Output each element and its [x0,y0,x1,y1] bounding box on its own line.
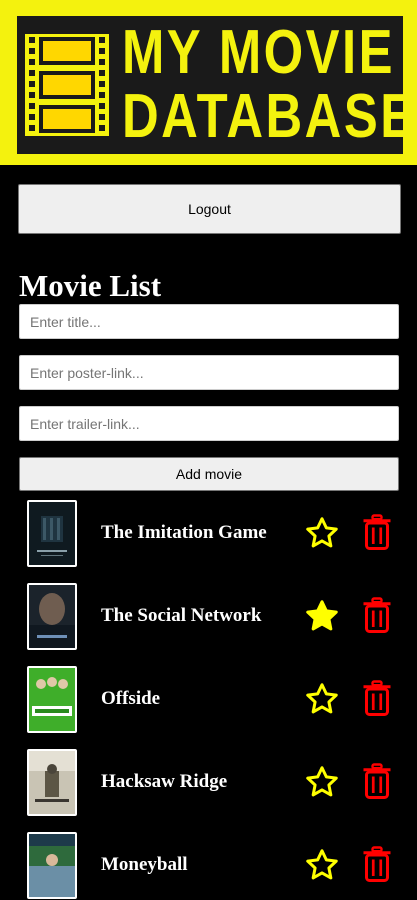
poster-offside-icon [29,668,75,731]
star-outline-icon[interactable] [303,515,341,551]
movie-list-heading: Movie List [19,268,162,303]
movie-row: Hacksaw Ridge [0,747,417,817]
app-logo: MY MOVIE DATABASE [17,16,414,154]
movie-row: Moneyball [0,830,417,900]
star-outline-icon[interactable] [303,764,341,800]
star-outline-icon[interactable] [303,847,341,883]
movie-poster[interactable] [27,832,77,899]
logo-text-line2: DATABASE [122,82,417,151]
trash-icon[interactable] [362,763,392,799]
movie-poster[interactable] [27,583,77,650]
add-movie-button[interactable]: Add movie [19,457,399,491]
movie-poster[interactable] [27,749,77,816]
movie-poster[interactable] [27,500,77,567]
movie-title: The Imitation Game [101,522,267,543]
poster-imitation-game-icon [29,502,75,565]
app-header: MY MOVIE DATABASE [0,0,417,165]
movie-row: The Social Network [0,581,417,651]
trash-icon[interactable] [362,514,392,550]
poster-moneyball-icon [29,834,75,897]
movie-title: Moneyball [101,854,188,875]
title-input[interactable] [19,304,399,339]
movie-row: The Imitation Game [0,498,417,568]
trailer-link-input[interactable] [19,406,399,441]
movie-title: Hacksaw Ridge [101,771,228,792]
movie-row: Offside [0,664,417,734]
movie-title: Offside [101,688,161,709]
trash-icon[interactable] [362,846,392,882]
star-filled-icon[interactable] [303,598,341,634]
star-outline-icon[interactable] [303,681,341,717]
logo-text-line1: MY MOVIE [122,18,395,87]
trash-icon[interactable] [362,597,392,633]
movie-title: The Social Network [101,605,262,626]
poster-link-input[interactable] [19,355,399,390]
film-strip-icon [25,34,109,136]
trash-icon[interactable] [362,680,392,716]
logout-button[interactable]: Logout [18,184,401,234]
poster-social-network-icon [29,585,75,648]
movie-poster[interactable] [27,666,77,733]
poster-hacksaw-ridge-icon [29,751,75,814]
